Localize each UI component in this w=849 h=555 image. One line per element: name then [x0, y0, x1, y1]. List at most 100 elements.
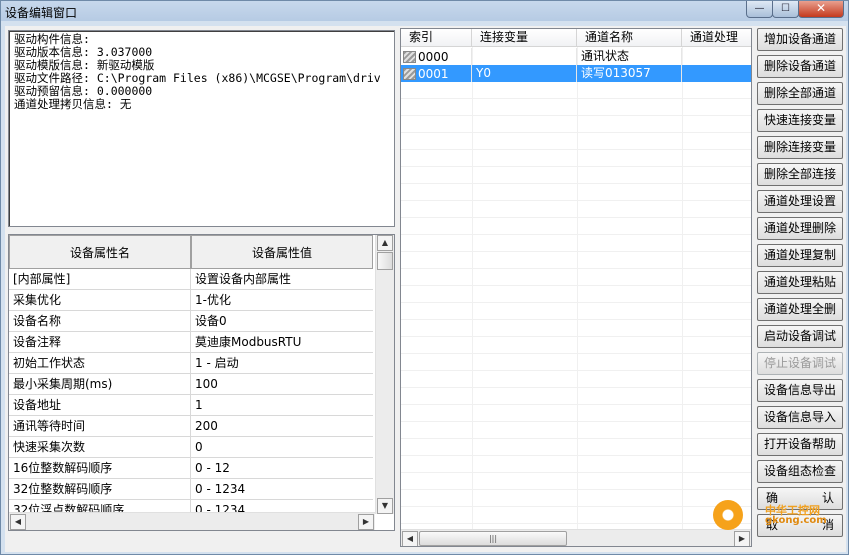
property-name-cell: 16位整数解码顺序	[9, 458, 191, 478]
scroll-thumb[interactable]: |||	[419, 531, 567, 546]
property-name-cell: 设备名称	[9, 311, 191, 331]
channel-list-header: 索引 连接变量 通道名称 通道处理	[401, 29, 751, 47]
action-button[interactable]: 通道处理复制	[757, 244, 843, 267]
channel-name-cell: 通讯状态	[577, 48, 682, 65]
channel-index-cell: 0001	[401, 65, 472, 82]
property-name-cell: 初始工作状态	[9, 353, 191, 373]
channel-processing-cell	[682, 48, 751, 65]
channel-processing-cell	[682, 65, 751, 82]
scroll-down-button[interactable]: ▼	[377, 498, 393, 514]
channel-name-cell: 读写013057	[577, 65, 682, 82]
property-row[interactable]: 快速采集次数 0	[9, 437, 373, 458]
scroll-left-button[interactable]: ◀	[402, 531, 418, 546]
property-value-cell[interactable]: 100	[191, 374, 373, 394]
ok-button-label-left: 确	[766, 491, 779, 505]
action-button[interactable]: 删除设备通道	[757, 55, 843, 78]
property-value-cell[interactable]: 1	[191, 395, 373, 415]
property-name-cell: [内部属性]	[9, 269, 191, 289]
window-title: 设备编辑窗口	[5, 6, 78, 20]
action-button[interactable]: 删除全部连接	[757, 163, 843, 186]
scroll-left-button[interactable]: ◀	[10, 514, 26, 530]
action-button[interactable]: 删除连接变量	[757, 136, 843, 159]
property-value-cell[interactable]: 莫迪康ModbusRTU	[191, 332, 373, 352]
properties-body: [内部属性] 设置设备内部属性 采集优化 1-优化 设备名称 设备0 设备注释 莫迪康Modb…	[9, 269, 373, 521]
property-name-cell: 32位整数解码顺序	[9, 479, 191, 499]
action-button[interactable]: 通道处理全删	[757, 298, 843, 321]
column-channel-processing[interactable]: 通道处理	[682, 29, 751, 47]
property-row[interactable]: [内部属性] 设置设备内部属性	[9, 269, 373, 290]
channel-horizontal-scrollbar[interactable]: ◀ ||| ▶	[401, 529, 751, 546]
device-properties-grid: 设备属性名 设备属性值 [内部属性] 设置设备内部属性 采集优化 1-优化 设备名称 设备…	[8, 234, 395, 531]
action-button[interactable]: 删除全部通道	[757, 82, 843, 105]
scroll-right-button[interactable]: ▶	[358, 514, 374, 530]
property-row[interactable]: 设备注释 莫迪康ModbusRTU	[9, 332, 373, 353]
close-button[interactable]: ✕	[798, 1, 844, 18]
action-button[interactable]: 通道处理粘贴	[757, 271, 843, 294]
action-button[interactable]: 启动设备调试	[757, 325, 843, 348]
device-edit-window: 设备编辑窗口 — ☐ ✕ 驱动构件信息: 驱动版本信息: 3.037000 驱动…	[0, 0, 849, 555]
property-value-cell[interactable]: 设置设备内部属性	[191, 269, 373, 289]
column-divider	[682, 47, 683, 531]
channel-list: 索引 连接变量 通道名称 通道处理 0000 通讯状态 0001 Y0 读写013057…	[400, 28, 752, 547]
driver-info-panel[interactable]: 驱动构件信息: 驱动版本信息: 3.037000 驱动模版信息: 新驱动模版 驱…	[8, 30, 395, 227]
property-value-cell[interactable]: 200	[191, 416, 373, 436]
channel-icon	[403, 67, 416, 80]
maximize-button[interactable]: ☐	[772, 1, 799, 18]
property-value-cell[interactable]: 0 - 12	[191, 458, 373, 478]
property-name-cell: 设备注释	[9, 332, 191, 352]
channel-row[interactable]: 0000 通讯状态	[401, 48, 751, 65]
property-name-cell: 设备地址	[9, 395, 191, 415]
action-button[interactable]: 设备组态检查	[757, 460, 843, 483]
channel-index-text: 0000	[418, 49, 449, 64]
ok-button-label-right: 认	[821, 491, 834, 505]
property-name-cell: 通讯等待时间	[9, 416, 191, 436]
minimize-button[interactable]: —	[746, 1, 773, 18]
action-button[interactable]: 设备信息导入	[757, 406, 843, 429]
scroll-up-button[interactable]: ▲	[377, 235, 393, 251]
properties-horizontal-scrollbar[interactable]: ◀ ▶	[9, 512, 375, 530]
property-value-cell[interactable]: 0	[191, 437, 373, 457]
action-button[interactable]: 通道处理设置	[757, 190, 843, 213]
property-row[interactable]: 设备名称 设备0	[9, 311, 373, 332]
property-row[interactable]: 16位整数解码顺序 0 - 12	[9, 458, 373, 479]
property-name-cell: 快速采集次数	[9, 437, 191, 457]
channel-index-text: 0001	[418, 66, 449, 81]
properties-header: 设备属性名 设备属性值	[9, 235, 373, 269]
action-button[interactable]: 打开设备帮助	[757, 433, 843, 456]
action-button[interactable]: 快速连接变量	[757, 109, 843, 132]
property-row[interactable]: 最小采集周期(ms) 100	[9, 374, 373, 395]
property-row[interactable]: 初始工作状态 1 - 启动	[9, 353, 373, 374]
column-divider	[577, 47, 578, 531]
property-row[interactable]: 设备地址 1	[9, 395, 373, 416]
channel-index-cell: 0000	[401, 48, 472, 65]
column-divider	[472, 47, 473, 531]
action-button[interactable]: 设备信息导出	[757, 379, 843, 402]
connected-variable-cell: Y0	[472, 65, 577, 82]
action-button[interactable]: 增加设备通道	[757, 28, 843, 51]
action-button[interactable]: 通道处理删除	[757, 217, 843, 240]
property-row[interactable]: 采集优化 1-优化	[9, 290, 373, 311]
property-row[interactable]: 32位整数解码顺序 0 - 1234	[9, 479, 373, 500]
property-value-cell[interactable]: 1-优化	[191, 290, 373, 310]
scroll-thumb[interactable]	[377, 252, 393, 270]
property-value-cell[interactable]: 设备0	[191, 311, 373, 331]
channel-icon	[403, 50, 416, 63]
property-value-cell[interactable]: 1 - 启动	[191, 353, 373, 373]
column-connected-variable[interactable]: 连接变量	[472, 29, 577, 47]
cancel-button-label-right: 消	[821, 518, 834, 532]
client-area: 驱动构件信息: 驱动版本信息: 3.037000 驱动模版信息: 新驱动模版 驱…	[5, 26, 846, 552]
action-button[interactable]: 停止设备调试	[757, 352, 843, 375]
column-channel-name[interactable]: 通道名称	[577, 29, 682, 47]
ok-button[interactable]: 确认	[757, 487, 843, 510]
scroll-right-button[interactable]: ▶	[734, 531, 750, 546]
properties-vertical-scrollbar[interactable]: ▲ ▼	[375, 235, 394, 514]
header-property-value[interactable]: 设备属性值	[191, 235, 373, 269]
cancel-button[interactable]: 取消	[757, 514, 843, 537]
property-row[interactable]: 通讯等待时间 200	[9, 416, 373, 437]
channel-row[interactable]: 0001 Y0 读写013057	[401, 65, 751, 82]
driver-info-line: 通道处理拷贝信息: 无	[14, 97, 132, 111]
header-property-name[interactable]: 设备属性名	[9, 235, 191, 269]
property-value-cell[interactable]: 0 - 1234	[191, 479, 373, 499]
column-index[interactable]: 索引	[401, 29, 472, 47]
title-bar[interactable]: 设备编辑窗口 — ☐ ✕	[1, 1, 848, 21]
